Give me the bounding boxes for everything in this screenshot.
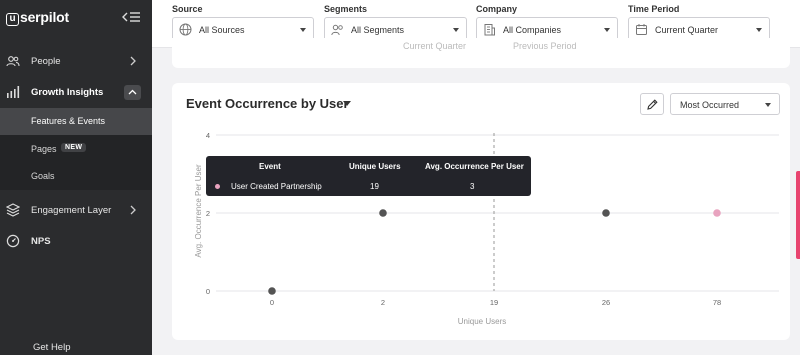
x-tick-label: 78 (713, 298, 721, 307)
previous-chart-card: Current Quarter Previous Period (172, 38, 790, 68)
scatter-chart: 0 2 4 0 2 19 26 78 Unique Users Avg. Occurrence… (194, 131, 779, 326)
legend-current-quarter[interactable]: Current Quarter (403, 41, 466, 51)
logo-row: u serpilot (0, 0, 152, 36)
tooltip-header-event: Event (259, 162, 281, 171)
x-tick-label: 19 (490, 298, 498, 307)
tooltip-unique-users-value: 19 (370, 182, 379, 191)
tooltip-event-value: User Created Partnership (231, 182, 322, 191)
filter-label: Company (476, 4, 518, 14)
sidebar-item-growth-insights[interactable]: Growth Insights (0, 78, 152, 106)
calendar-icon (635, 23, 648, 36)
sidebar-subitem-pages[interactable]: Pages NEW (0, 136, 152, 163)
data-point[interactable] (379, 209, 387, 217)
filter-label: Time Period (628, 4, 680, 14)
x-tick-label: 2 (381, 298, 385, 307)
filter-value: All Sources (199, 25, 245, 35)
x-tick-label: 0 (270, 298, 274, 307)
data-point[interactable] (268, 287, 276, 295)
chart-bars-icon (6, 85, 20, 99)
chart-tooltip: Event Unique Users Avg. Occurrence Per U… (206, 156, 531, 196)
people-icon (6, 54, 20, 68)
chevron-down-icon (604, 28, 610, 32)
subitem-label: Pages (31, 144, 57, 154)
chevron-down-icon (300, 28, 306, 32)
data-point[interactable] (713, 209, 721, 217)
sidebar-item-label: People (31, 55, 61, 67)
chevron-down-icon (756, 28, 762, 32)
tooltip-series-dot (215, 184, 220, 189)
filter-value: Current Quarter (655, 25, 719, 35)
sidebar-subitem-goals[interactable]: Goals (0, 163, 152, 190)
filter-value: All Companies (503, 25, 562, 35)
event-occurrence-card: Event Occurrence by User Most Occurred 0… (172, 83, 790, 340)
feedback-tab-handle[interactable] (796, 171, 800, 259)
subitem-label: Features & Events (31, 116, 106, 126)
get-help-label: Get Help (33, 341, 71, 353)
y-tick-label: 4 (206, 131, 210, 140)
filter-label: Source (172, 4, 203, 14)
data-point[interactable] (602, 209, 610, 217)
get-help-link[interactable]: Get Help (0, 333, 152, 355)
tooltip-header-unique-users: Unique Users (349, 162, 401, 171)
y-tick-label: 2 (206, 209, 210, 218)
new-badge: NEW (61, 143, 87, 152)
filter-label: Segments (324, 4, 368, 14)
logo-mark: u (6, 13, 19, 26)
filter-value: All Segments (351, 25, 405, 35)
sidebar: u serpilot People Growth Insights Feature… (0, 0, 152, 355)
tooltip-avg-value: 3 (470, 182, 475, 191)
x-tick-label: 26 (602, 298, 610, 307)
segments-icon (331, 23, 344, 36)
legend-previous-period[interactable]: Previous Period (513, 41, 577, 51)
sidebar-item-people[interactable]: People (0, 47, 152, 75)
y-tick-label: 0 (206, 287, 210, 296)
sidebar-item-nps[interactable]: NPS (0, 227, 152, 255)
userpilot-logo[interactable]: u serpilot (6, 9, 69, 26)
sidebar-item-engagement-layer[interactable]: Engagement Layer (0, 196, 152, 224)
chevron-right-icon (128, 56, 138, 66)
globe-icon (179, 23, 192, 36)
sidebar-item-label: Growth Insights (31, 86, 104, 98)
chevron-right-icon (128, 205, 138, 215)
chevron-up-icon[interactable] (124, 85, 141, 100)
x-axis-title: Unique Users (458, 317, 506, 326)
sidebar-item-label: NPS (31, 235, 51, 247)
logo-text: serpilot (20, 9, 69, 25)
layers-icon (5, 203, 21, 217)
chart-points (268, 209, 721, 295)
subitem-label: Goals (31, 171, 55, 181)
nps-gauge-icon (6, 234, 20, 248)
growth-insights-submenu: Features & Events Pages NEW Goals (0, 108, 152, 190)
sidebar-item-label: Engagement Layer (31, 204, 112, 216)
building-icon (483, 23, 496, 36)
sidebar-subitem-features-events[interactable]: Features & Events (0, 108, 152, 135)
chevron-down-icon (453, 28, 459, 32)
y-axis-title: Avg. Occurrence Per User (194, 164, 203, 258)
tooltip-header-avg: Avg. Occurrence Per User (425, 162, 524, 171)
collapse-sidebar-icon[interactable] (121, 9, 143, 25)
